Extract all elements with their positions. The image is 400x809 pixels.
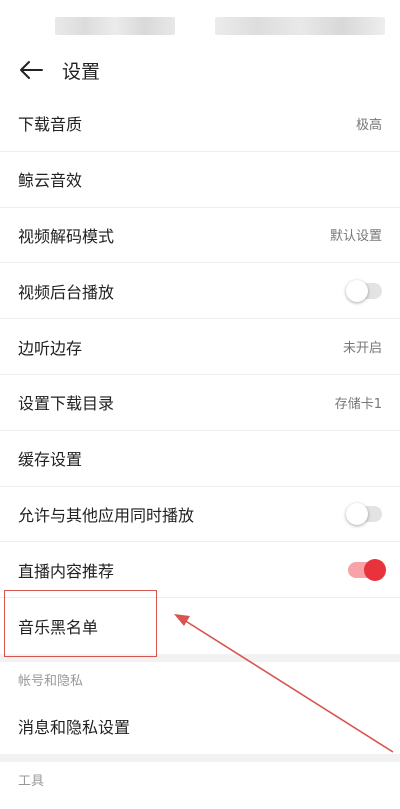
setting-value: 未开启 — [342, 341, 382, 357]
setting-mix-with-other-apps: 允许与其他应用同时播放 — [0, 487, 400, 543]
setting-label: 鲸云音效 — [18, 171, 83, 191]
section-divider — [0, 753, 400, 762]
setting-video-decode-mode[interactable]: 视频解码模式 默认设置 — [0, 208, 400, 264]
setting-label: 允许与其他应用同时播放 — [18, 505, 195, 525]
setting-live-recommend: 直播内容推荐 — [0, 542, 400, 599]
setting-label: 设置下载目录 — [18, 394, 115, 414]
section-header-tools: 工具 — [18, 774, 45, 790]
setting-music-blacklist[interactable]: 音乐黑名单 — [0, 598, 400, 654]
setting-value: 默认设置 — [329, 229, 382, 245]
settings-list: 下载音质 极高 鲸云音效 视频解码模式 默认设置 视频后台播放 边听边存 未开启… — [0, 96, 400, 654]
status-bar-blurred-right — [215, 17, 385, 35]
setting-label: 音乐黑名单 — [18, 618, 99, 638]
setting-value: 存储卡1 — [334, 396, 382, 412]
setting-listen-and-save[interactable]: 边听边存 未开启 — [0, 319, 400, 375]
page-title: 设置 — [62, 60, 101, 83]
live-recommend-toggle[interactable] — [348, 558, 386, 581]
mix-playback-toggle[interactable] — [346, 502, 382, 525]
setting-label: 边听边存 — [18, 338, 83, 358]
setting-download-directory[interactable]: 设置下载目录 存储卡1 — [0, 375, 400, 431]
status-bar — [0, 0, 400, 44]
arrow-left-icon[interactable] — [18, 60, 44, 80]
toggle-knob — [346, 502, 368, 525]
status-bar-blurred-left — [55, 17, 175, 35]
section-header-privacy: 帐号和隐私 — [18, 674, 84, 690]
background-play-toggle[interactable] — [346, 279, 382, 302]
setting-label: 视频后台播放 — [18, 282, 115, 302]
section-divider — [0, 653, 400, 662]
setting-video-background-play: 视频后台播放 — [0, 263, 400, 320]
setting-cache[interactable]: 缓存设置 — [0, 431, 400, 487]
toggle-knob — [346, 279, 368, 302]
setting-label: 消息和隐私设置 — [18, 717, 131, 737]
setting-value: 极高 — [355, 117, 382, 133]
setting-message-privacy[interactable]: 消息和隐私设置 — [0, 698, 400, 754]
setting-label: 下载音质 — [18, 115, 83, 135]
setting-label: 缓存设置 — [18, 450, 83, 470]
setting-label: 直播内容推荐 — [18, 561, 115, 581]
toggle-knob — [364, 558, 386, 581]
setting-label: 视频解码模式 — [18, 226, 115, 246]
setting-sound-effect[interactable]: 鲸云音效 — [0, 152, 400, 208]
setting-download-quality[interactable]: 下载音质 极高 — [0, 96, 400, 152]
top-bar: 设置 — [0, 44, 400, 96]
